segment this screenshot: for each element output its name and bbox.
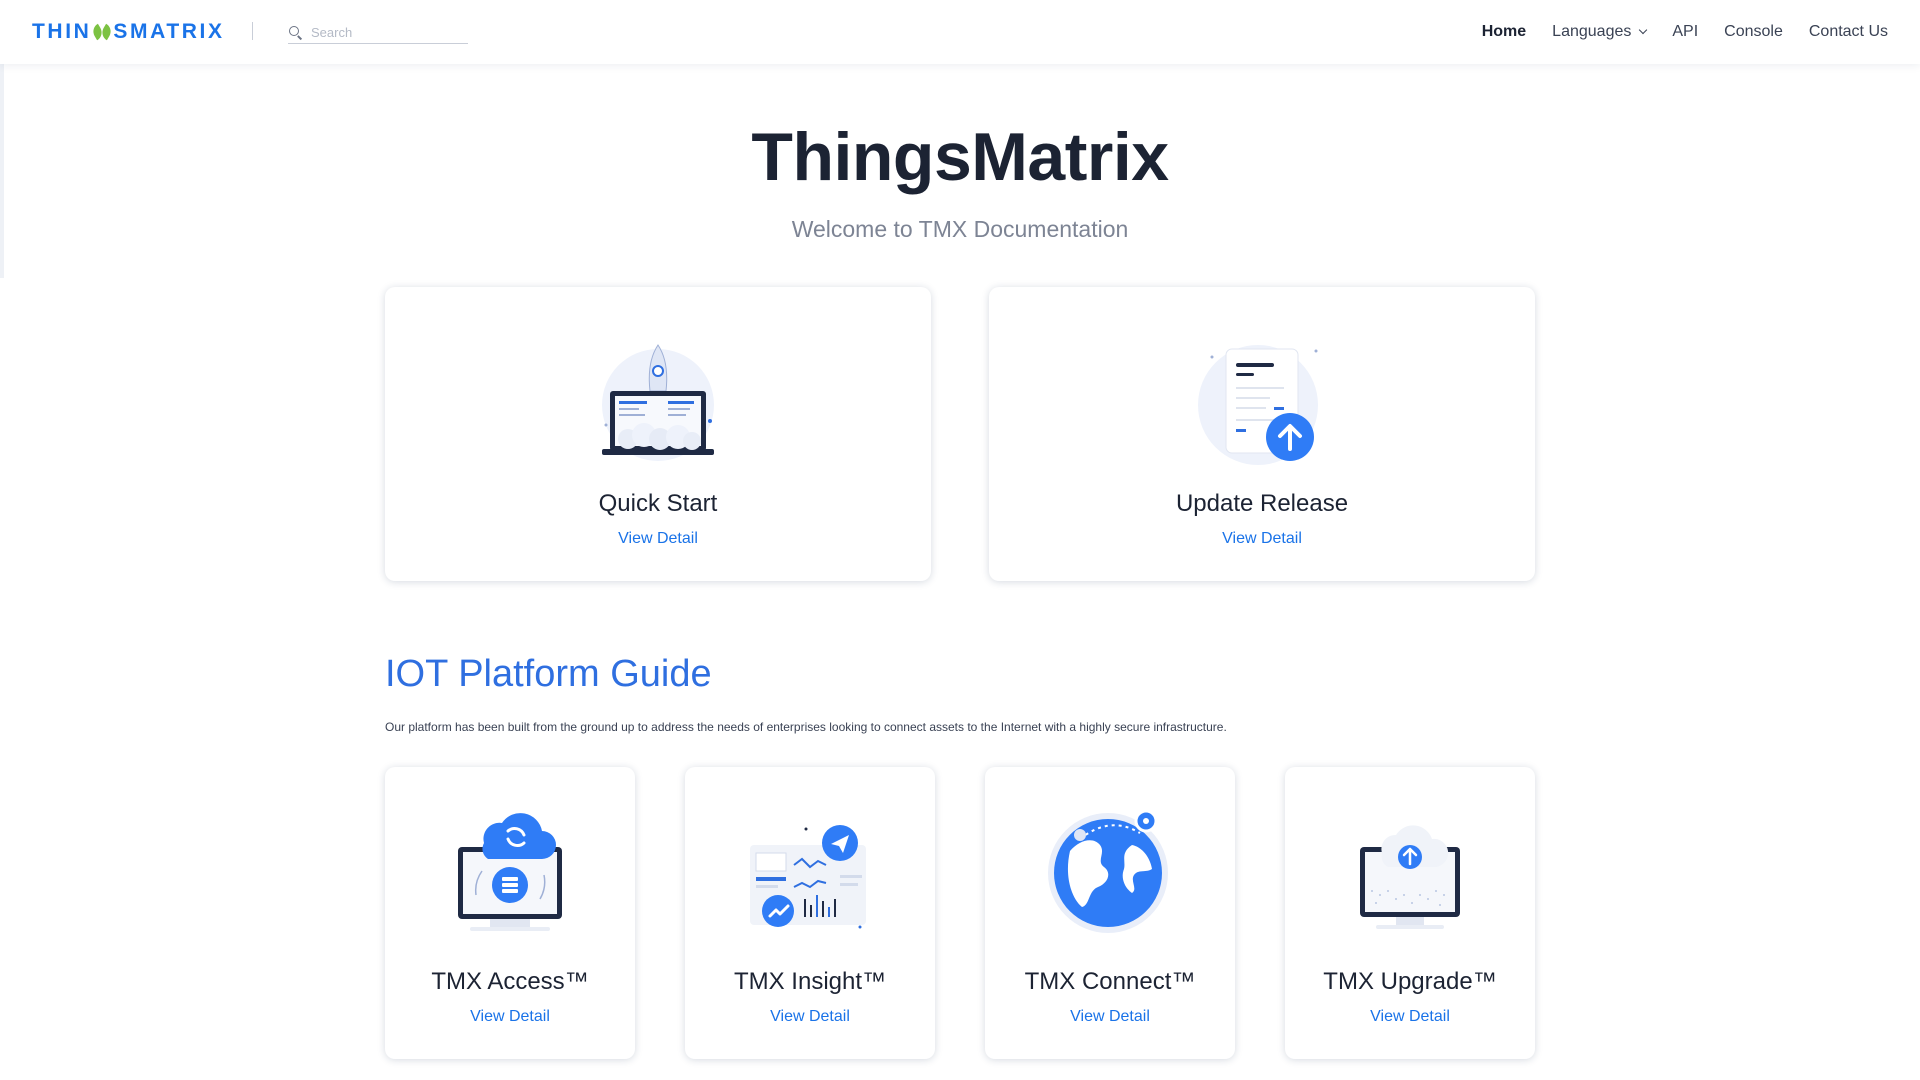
card-title: TMX Connect™ — [1024, 968, 1196, 995]
view-detail-link[interactable]: View Detail — [985, 1008, 1235, 1026]
leaf-logo-icon — [90, 23, 115, 41]
analytics-dashboard-icon — [750, 825, 866, 929]
chevron-down-icon — [1639, 25, 1648, 35]
card-update-release[interactable]: Update Release View Detail — [989, 287, 1535, 581]
nav-api[interactable]: API — [1672, 23, 1698, 41]
nav-languages[interactable]: Languages — [1552, 23, 1648, 41]
document-upload-icon — [1198, 345, 1318, 465]
page-title: ThingsMatrix — [751, 119, 1169, 195]
view-detail-link[interactable]: View Detail — [1285, 1008, 1535, 1026]
nav-divider — [252, 22, 253, 40]
nav-contact-us[interactable]: Contact Us — [1809, 23, 1888, 41]
card-tmx-insight[interactable]: TMX Insight™ View Detail — [685, 767, 935, 1059]
nav-languages-label: Languages — [1552, 23, 1632, 40]
cloud-sync-monitor-icon — [458, 813, 562, 931]
page-subtitle: Welcome to TMX Documentation — [791, 216, 1129, 242]
search-input[interactable] — [311, 25, 461, 40]
view-detail-link[interactable]: View Detail — [989, 530, 1535, 548]
card-title: Quick Start — [598, 490, 718, 517]
card-title: Update Release — [1175, 490, 1349, 517]
nav-home[interactable]: Home — [1482, 23, 1526, 41]
nav-console[interactable]: Console — [1724, 23, 1783, 41]
card-tmx-access[interactable]: TMX Access™ View Detail — [385, 767, 635, 1059]
thingsmatrix-logo[interactable]: THIN SMATRIX — [32, 20, 225, 43]
view-detail-link[interactable]: View Detail — [685, 1008, 935, 1026]
card-title: TMX Upgrade™ — [1323, 968, 1497, 995]
view-detail-link[interactable]: View Detail — [385, 1008, 635, 1026]
view-detail-link[interactable]: View Detail — [385, 530, 931, 548]
nav-links: Home Languages API Console Contact Us — [1482, 0, 1888, 64]
rocket-laptop-icon — [602, 344, 714, 461]
globe-location-icon — [1048, 809, 1168, 933]
section-description: Our platform has been built from the gro… — [385, 720, 1227, 734]
card-tmx-upgrade[interactable]: TMX Upgrade™ View Detail — [1285, 767, 1535, 1059]
cloud-upgrade-monitor-icon — [1360, 825, 1460, 929]
card-title: TMX Access™ — [431, 968, 589, 995]
card-quick-start[interactable]: Quick Start View Detail — [385, 287, 931, 581]
card-title: TMX Insight™ — [733, 968, 887, 995]
search-icon — [289, 25, 303, 40]
top-navbar: THINSMATRIX Home Languages API Console C… — [0, 0, 1920, 64]
section-title: IOT Platform Guide — [385, 653, 712, 695]
search-box[interactable] — [288, 22, 468, 44]
card-tmx-connect[interactable]: TMX Connect™ View Detail — [985, 767, 1235, 1059]
